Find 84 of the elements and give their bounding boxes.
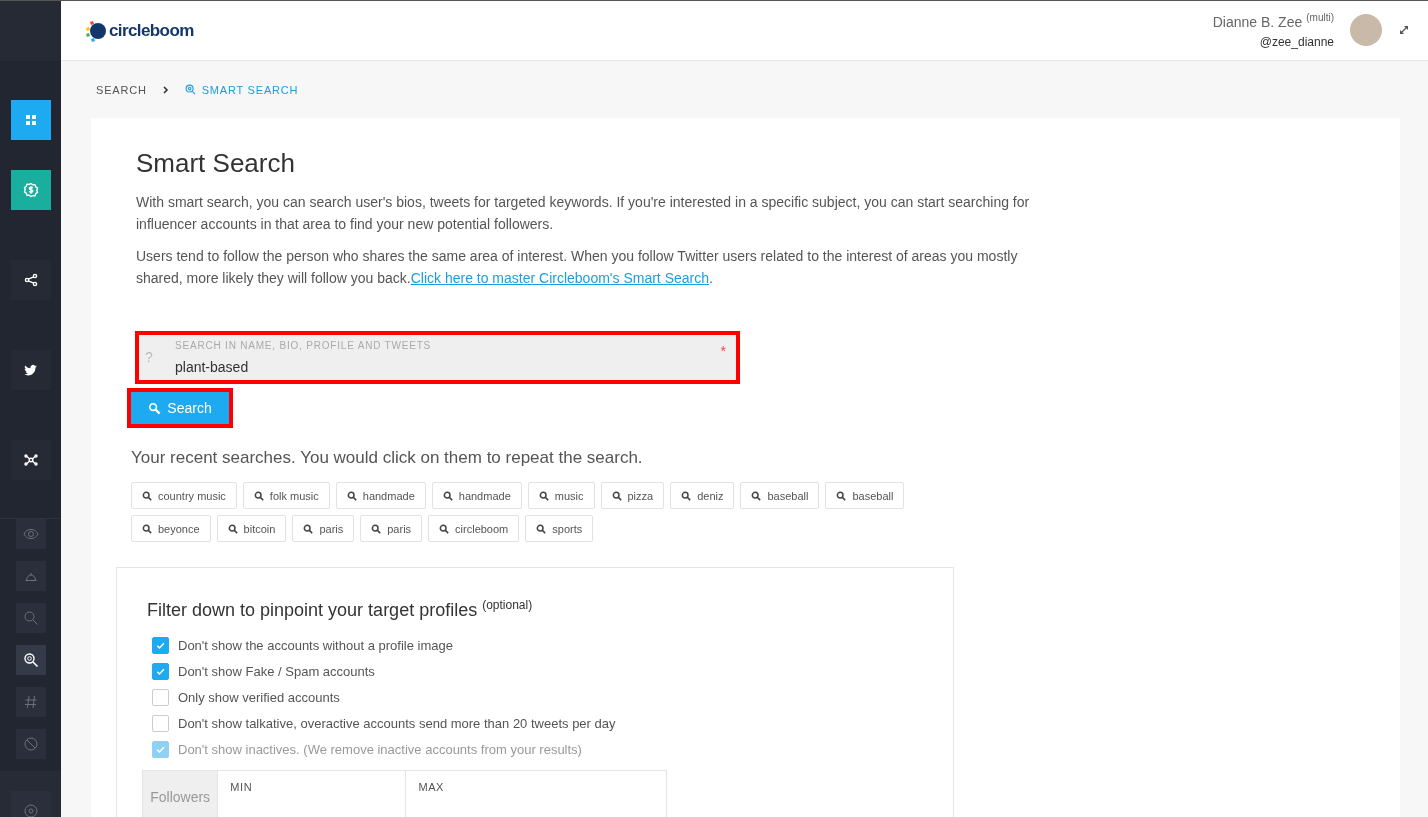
checkbox[interactable] [152, 636, 169, 654]
bird-icon [22, 362, 39, 378]
expand-icon[interactable] [1398, 24, 1410, 37]
search-icon [442, 490, 453, 501]
logo-text: circleboom [109, 20, 194, 41]
bird-nav-button[interactable] [10, 350, 51, 390]
chevron-icon [162, 85, 169, 94]
block-nav-button[interactable] [15, 729, 46, 759]
recent-search-chip[interactable]: circleboom [428, 515, 520, 542]
recent-search-chip[interactable]: baseball [740, 482, 820, 509]
recent-search-chip[interactable]: sports [525, 515, 594, 542]
user-handle: @zee_dianne [1259, 35, 1334, 50]
description-paragraph: Users tend to follow the person who shares the same area of interest. When you follow Twitter users related to the interest of areas you mostly shared, more likely they will follow you back.Click here to master Circleboom's Smart Search. [136, 247, 1019, 288]
ring-icon [22, 803, 39, 817]
search-icon [836, 490, 847, 501]
min-input-field[interactable]: MIN [217, 771, 406, 817]
checkbox[interactable] [152, 662, 169, 680]
account-type-label: (multi) [1306, 11, 1334, 23]
help-icon: ? [145, 349, 175, 365]
recent-search-chip[interactable]: deniz [670, 482, 735, 509]
checkbox-label: Don't show talkative, overactive accounts send more than 20 tweets per day [178, 715, 616, 731]
dollar-icon [22, 182, 39, 198]
field-value: plant-based [175, 359, 250, 375]
required-mark: * [720, 343, 726, 359]
max-input-field[interactable]: MAX [405, 771, 666, 817]
recent-search-chip[interactable]: country music [131, 482, 237, 509]
breadcrumb-link[interactable]: SEARCH [96, 83, 147, 96]
recent-search-chip[interactable]: bitcoin [216, 515, 287, 542]
search-icon [148, 401, 162, 415]
search-icon [142, 490, 152, 501]
recent-search-chip[interactable]: paris [292, 515, 355, 542]
recent-search-chip[interactable]: handmade [431, 482, 522, 509]
recent-search-chip[interactable]: folk music [242, 482, 330, 509]
recent-search-chip[interactable]: music [527, 482, 595, 509]
description-paragraph: With smart search, you can search user's bios, tweets for targeted keywords. If you're interested in a specific subject, you can start searching for influencer accounts in that area to find your new potential followers. [136, 193, 1031, 234]
bell-nav-button[interactable] [15, 561, 46, 591]
recent-search-chip[interactable]: handmade [335, 482, 426, 509]
search-icon [227, 523, 238, 534]
checkbox-label: Don't show the accounts without a profile image [178, 637, 453, 653]
recent-searches-heading: Your recent searches. You would click on them to repeat the search. [131, 448, 644, 468]
search-icon [303, 523, 314, 534]
recent-search-chip[interactable]: paris [360, 515, 423, 542]
share-icon [22, 272, 39, 288]
recent-search-chip[interactable]: pizza [600, 482, 665, 509]
checkbox-label: Don't show Fake / Spam accounts [178, 663, 375, 679]
search-icon [538, 490, 549, 501]
search-icon [346, 490, 357, 501]
search-icon [536, 523, 547, 534]
search-icon [371, 523, 382, 534]
search-icon [681, 490, 692, 501]
block-icon [22, 736, 39, 752]
eye-icon [22, 526, 39, 542]
user-name: Dianne B. Zee [1212, 14, 1303, 31]
search-icon [142, 523, 152, 534]
range-label: Followers [150, 789, 211, 805]
recent-search-chip[interactable]: baseball [825, 482, 905, 509]
avatar[interactable] [1350, 14, 1382, 47]
logo-icon [84, 18, 108, 43]
dollar-nav-button[interactable] [10, 170, 51, 210]
checkbox[interactable] [152, 688, 169, 706]
search-nav-button[interactable] [15, 603, 46, 633]
page-title: Smart Search [136, 148, 296, 179]
grid-nav-button[interactable] [10, 100, 51, 140]
hash-nav-button[interactable] [15, 687, 46, 717]
eye-nav-button[interactable] [15, 519, 46, 549]
checkbox-label: Only show verified accounts [178, 689, 340, 705]
filter-heading: Filter down to pinpoint your target profiles $^{(optional)}$ [147, 598, 534, 621]
network-icon [22, 452, 39, 468]
network-nav-button[interactable] [10, 440, 51, 480]
target-search-nav-button[interactable] [15, 645, 46, 675]
checkbox[interactable] [152, 714, 169, 732]
recent-search-chip[interactable]: beyonce [131, 515, 211, 542]
field-label: SEARCH IN NAME, BIO, PROFILE AND TWEETS [175, 340, 433, 351]
share-nav-button[interactable] [10, 260, 51, 300]
target-search-icon [22, 652, 39, 668]
checkbox-label: Don't show inactives. (We remove inactive accounts from your results) [178, 741, 582, 757]
search-icon [184, 84, 196, 95]
hash-icon [22, 694, 39, 710]
search-icon [751, 490, 762, 501]
search-icon [611, 490, 622, 501]
search-icon [439, 523, 450, 534]
search-icon [22, 610, 39, 626]
search-input-field[interactable]: ? SEARCH IN NAME, BIO, PROFILE AND TWEETS plant-based * [139, 335, 736, 380]
search-icon [253, 490, 264, 501]
